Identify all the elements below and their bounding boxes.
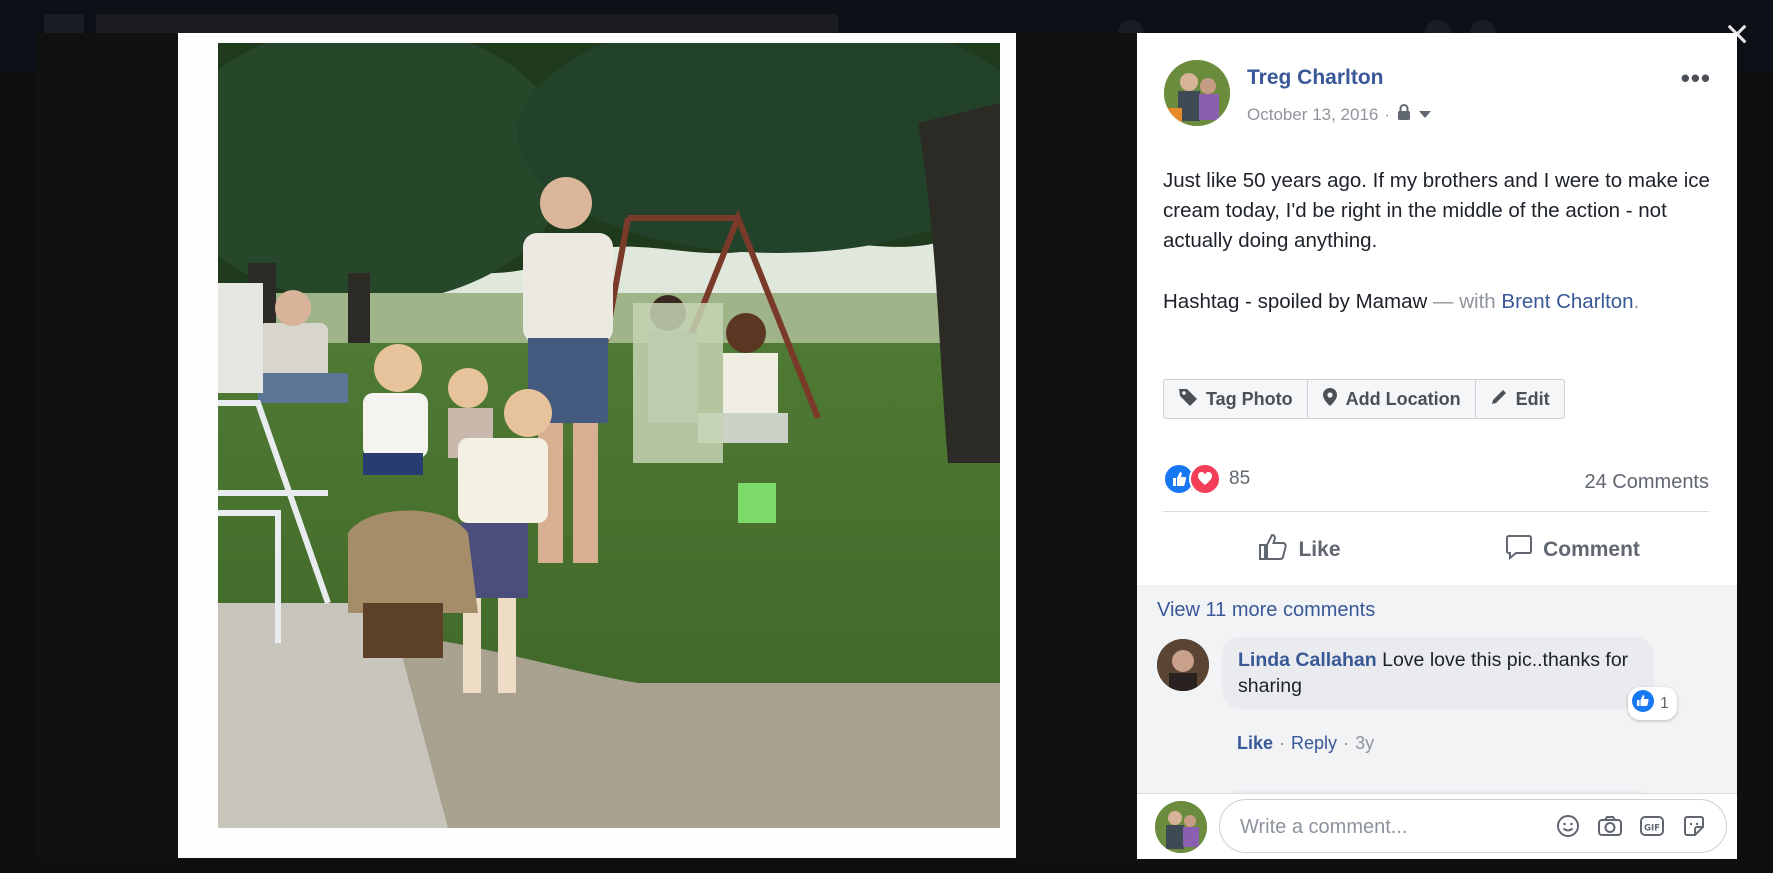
comment-actions: Like · Reply · 3y: [1237, 733, 1374, 754]
svg-text:GIF: GIF: [1644, 824, 1660, 834]
sticker-icon[interactable]: [1680, 812, 1708, 840]
post-caption: Just like 50 years ago. If my brothers a…: [1163, 166, 1723, 348]
comment-bubble: Linda Callahan Love love this pic..thank…: [1222, 637, 1654, 709]
thumbs-up-icon: [1258, 533, 1288, 567]
edit-button[interactable]: Edit: [1476, 380, 1564, 418]
lock-icon[interactable]: [1396, 103, 1412, 126]
divider: [1163, 511, 1709, 512]
comment-age[interactable]: 3y: [1355, 733, 1374, 754]
comments-count-link[interactable]: 24 Comments: [1585, 471, 1710, 494]
current-user-avatar: [1155, 801, 1207, 853]
post-meta: October 13, 2016 ·: [1247, 103, 1432, 126]
add-location-label: Add Location: [1345, 388, 1461, 409]
with-separator: — with: [1427, 290, 1502, 313]
comment-input[interactable]: [1238, 800, 1522, 854]
caption-hashtag-text: Hashtag - spoiled by Mamaw: [1163, 290, 1428, 313]
pencil-icon: [1490, 388, 1508, 411]
author-name[interactable]: Treg Charlton: [1247, 66, 1384, 90]
caption-end: .: [1633, 290, 1640, 313]
commenter-name[interactable]: Linda Callahan: [1238, 649, 1377, 671]
comment-input-box[interactable]: GIF: [1219, 799, 1727, 854]
add-location-button[interactable]: Add Location: [1308, 380, 1476, 418]
tag-photo-label: Tag Photo: [1206, 388, 1293, 409]
comment-reaction-badge[interactable]: 1: [1628, 687, 1677, 720]
comment-composer: GIF: [1137, 793, 1737, 859]
composer-icons: GIF: [1554, 812, 1708, 840]
chevron-down-icon[interactable]: [1418, 105, 1432, 125]
comment-label: Comment: [1543, 538, 1640, 561]
tag-photo-button[interactable]: Tag Photo: [1164, 380, 1308, 418]
comment-like-count: 1: [1660, 694, 1669, 712]
photo-actions: Tag Photo Add Location Edit: [1163, 379, 1565, 419]
like-button[interactable]: Like: [1163, 521, 1436, 579]
post-action-bar: Like Comment: [1163, 521, 1709, 579]
edit-label: Edit: [1515, 388, 1550, 409]
comment-reply-link[interactable]: Reply: [1291, 733, 1337, 754]
meta-separator: ·: [1384, 104, 1391, 124]
emoji-icon[interactable]: [1554, 812, 1582, 840]
camera-icon[interactable]: [1596, 812, 1624, 840]
post-photo[interactable]: [218, 43, 1000, 828]
love-reaction-icon: [1189, 463, 1221, 495]
comment-like-link[interactable]: Like: [1237, 733, 1273, 754]
tagged-person-link[interactable]: Brent Charlton: [1501, 290, 1633, 313]
tag-icon: [1178, 387, 1198, 412]
reaction-count: 85: [1229, 468, 1251, 489]
caption-hashtag-paragraph: Hashtag - spoiled by Mamaw — with Brent …: [1163, 287, 1723, 317]
meta-dot: ·: [1343, 733, 1350, 753]
more-options-button[interactable]: •••: [1681, 63, 1711, 94]
post-header: Treg Charlton October 13, 2016 · •••: [1137, 33, 1737, 143]
meta-dot: ·: [1279, 733, 1286, 753]
like-reaction-icon: [1632, 690, 1654, 717]
post-details-panel: Treg Charlton October 13, 2016 · ••• Jus…: [1137, 33, 1737, 859]
commenter-avatar[interactable]: [1157, 639, 1209, 691]
like-label: Like: [1298, 538, 1341, 561]
post-date[interactable]: October 13, 2016: [1247, 105, 1378, 125]
view-more-comments-link[interactable]: View 11 more comments: [1157, 599, 1375, 622]
reactions-summary[interactable]: 85: [1163, 463, 1250, 495]
caption-paragraph: Just like 50 years ago. If my brothers a…: [1163, 169, 1710, 252]
gif-icon[interactable]: GIF: [1638, 812, 1666, 840]
comment-bubble-icon: [1505, 533, 1533, 567]
author-avatar[interactable]: [1164, 60, 1230, 126]
comment-button[interactable]: Comment: [1436, 521, 1709, 579]
location-pin-icon: [1322, 387, 1338, 412]
